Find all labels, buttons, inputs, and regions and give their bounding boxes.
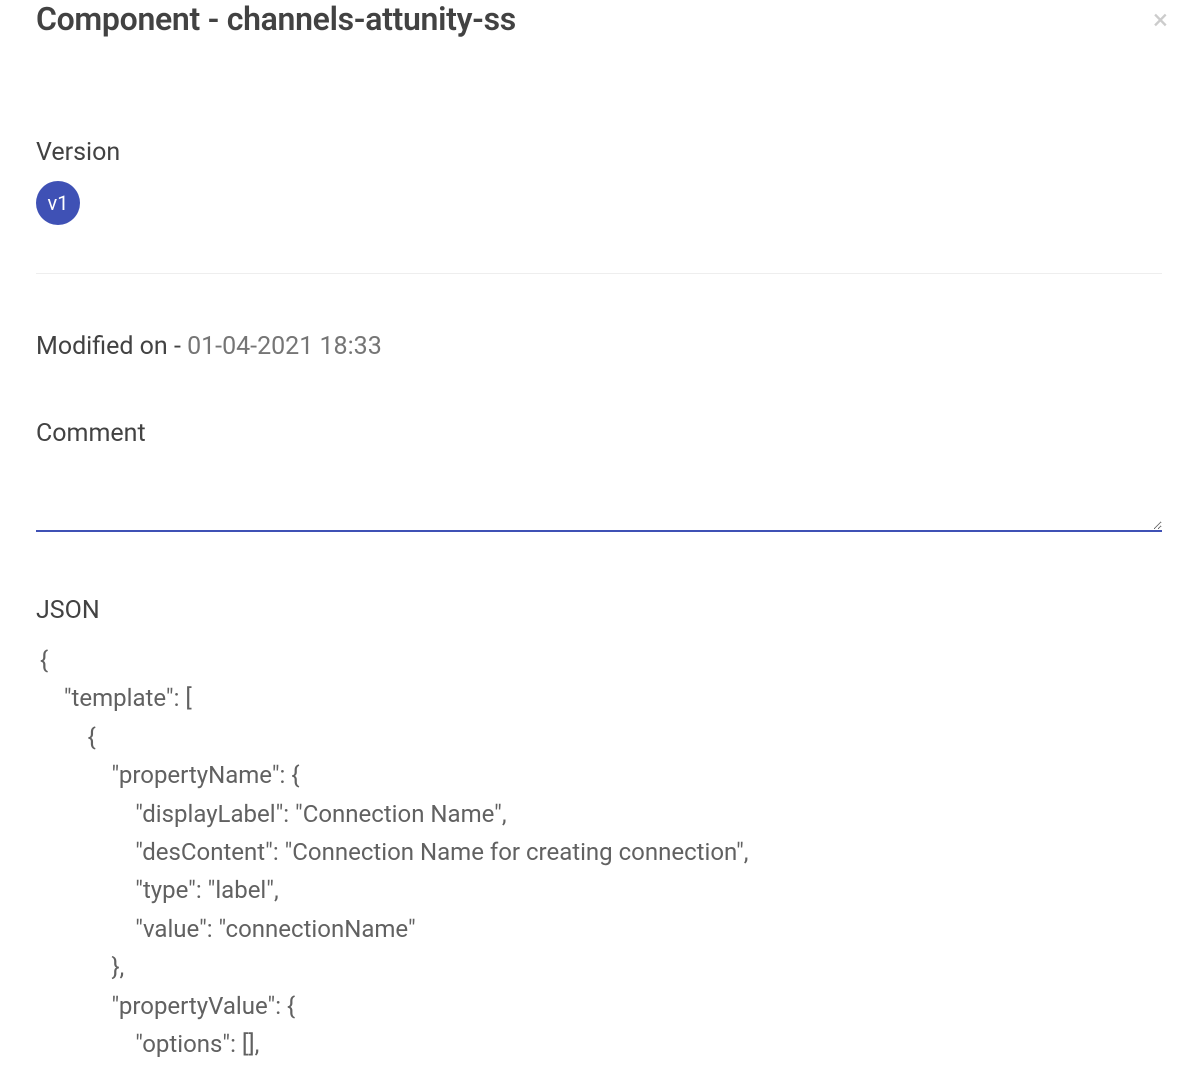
modal-container: Component - channels-attunity-ss × Versi… (0, 0, 1198, 1082)
comment-section: Comment (36, 419, 1162, 536)
comment-input[interactable] (36, 462, 1162, 532)
json-label: JSON (36, 596, 1162, 625)
modified-section: Modified on - 01-04-2021 18:33 (36, 332, 1162, 361)
version-label: Version (36, 138, 1162, 167)
version-section: Version v1 (36, 138, 1162, 225)
modified-on-row: Modified on - 01-04-2021 18:33 (36, 332, 1162, 361)
version-badge[interactable]: v1 (36, 181, 80, 225)
modal-title: Component - channels-attunity-ss (36, 0, 516, 38)
json-section: JSON { "template": [ { "propertyName": {… (36, 596, 1162, 1071)
comment-label: Comment (36, 419, 1162, 448)
divider (36, 273, 1162, 274)
modified-label: Modified on - (36, 332, 187, 361)
close-icon[interactable]: × (1149, 2, 1172, 38)
modal-header: Component - channels-attunity-ss × (36, 0, 1162, 38)
json-content: { "template": [ { "propertyName": { "dis… (36, 641, 1142, 1063)
json-scroll-area[interactable]: { "template": [ { "propertyName": { "dis… (36, 641, 1162, 1071)
modified-timestamp: 01-04-2021 18:33 (187, 332, 382, 361)
